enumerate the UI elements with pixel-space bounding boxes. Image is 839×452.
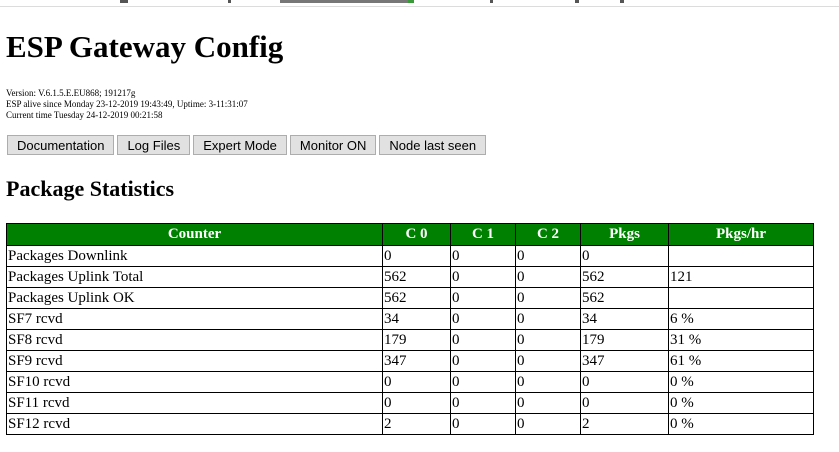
counter-value-cell: 0 [580,371,669,393]
browser-top-strip [0,0,839,7]
column-header: C 2 [515,223,581,246]
counter-value-cell: 0 [450,371,516,393]
counter-value-cell: 2 [580,413,669,435]
documentation-button[interactable]: Documentation [7,135,115,155]
counter-value-cell: 0 [515,350,581,372]
counter-value-cell: 0 [515,329,581,351]
counter-name-cell: Packages Downlink [6,245,383,267]
counter-value-cell: 562 [382,287,451,309]
cropped-toolbar-fragment [280,0,410,3]
table-row: Packages Uplink OK 562 0 0 562 [6,287,814,309]
counter-name-cell: SF8 rcvd [6,329,383,351]
counter-name-cell: Packages Uplink OK [6,287,383,309]
cropped-toolbar-fragment [228,0,231,3]
page-title: ESP Gateway Config [6,29,284,64]
counter-value-cell: 34 [580,308,669,330]
expert-mode-button[interactable]: Expert Mode [193,135,287,155]
counter-name-cell: SF7 rcvd [6,308,383,330]
column-header: C 0 [382,223,451,246]
current-time-text: Current time Tuesday 24-12-2019 00:21:58 [6,110,163,120]
counter-value-cell: 0 [515,371,581,393]
counter-value-cell: 0 [450,287,516,309]
table-row: SF7 rcvd 34 0 0 34 6 % [6,308,814,330]
column-header: C 1 [450,223,516,246]
counter-value-cell: 0 [580,392,669,414]
counter-value-cell: 0 [450,266,516,288]
counter-value-cell: 0 % [668,392,814,414]
counter-value-cell: 61 % [668,350,814,372]
nav-buttons: Documentation Log Files Expert Mode Moni… [7,135,487,155]
counter-value-cell: 121 [668,266,814,288]
counter-value-cell: 0 [450,308,516,330]
counter-value-cell: 562 [580,287,669,309]
cropped-toolbar-fragment [620,0,624,3]
counter-value-cell [668,245,814,267]
counter-value-cell: 562 [580,266,669,288]
cropped-toolbar-fragment [490,0,493,3]
counter-value-cell: 31 % [668,329,814,351]
alive-text: ESP alive since Monday 23-12-2019 19:43:… [6,99,248,109]
cropped-toolbar-fragment [120,0,128,3]
counter-name-cell: SF12 rcvd [6,413,383,435]
version-text: Version: V.6.1.5.E.EU868; 191217g [6,88,136,98]
counter-value-cell: 0 [382,371,451,393]
table-row: SF10 rcvd 0 0 0 0 0 % [6,371,814,393]
counter-value-cell: 0 [515,413,581,435]
counter-value-cell: 2 [382,413,451,435]
counter-value-cell: 0 [515,308,581,330]
table-header-row: Counter C 0 C 1 C 2 Pkgs Pkgs/hr [6,223,814,246]
counter-value-cell: 179 [580,329,669,351]
counter-value-cell: 6 % [668,308,814,330]
column-header: Pkgs [580,223,669,246]
log-files-button[interactable]: Log Files [117,135,191,155]
counter-value-cell: 0 [382,392,451,414]
counter-value-cell: 0 % [668,413,814,435]
table-row: Packages Downlink 0 0 0 0 [6,245,814,267]
counter-value-cell [668,287,814,309]
counter-value-cell: 34 [382,308,451,330]
section-title: Package Statistics [6,176,175,201]
counter-name-cell: SF9 rcvd [6,350,383,372]
counter-value-cell: 0 [515,287,581,309]
table-row: SF9 rcvd 347 0 0 347 61 % [6,350,814,372]
counter-name-cell: Packages Uplink Total [6,266,383,288]
counter-value-cell: 0 [515,266,581,288]
column-header: Pkgs/hr [668,223,814,246]
counter-value-cell: 0 [450,350,516,372]
cropped-toolbar-fragment [575,0,579,3]
column-header: Counter [6,223,383,246]
counter-value-cell: 0 [450,392,516,414]
node-last-seen-button[interactable]: Node last seen [379,135,487,155]
counter-value-cell: 179 [382,329,451,351]
counter-name-cell: SF10 rcvd [6,371,383,393]
package-statistics-table: Counter C 0 C 1 C 2 Pkgs Pkgs/hr Package… [6,223,814,435]
counter-value-cell: 0 [450,329,516,351]
counter-value-cell: 0 [450,413,516,435]
monitor-button[interactable]: Monitor ON [289,135,377,155]
counter-value-cell: 562 [382,266,451,288]
gateway-info: Version: V.6.1.5.E.EU868; 191217g ESP al… [6,88,248,121]
table-row: Packages Uplink Total 562 0 0 562 121 [6,266,814,288]
counter-value-cell: 0 [450,245,516,267]
table-row: SF8 rcvd 179 0 0 179 31 % [6,329,814,351]
cropped-toolbar-fragment [408,0,414,3]
counter-value-cell: 347 [580,350,669,372]
table-row: SF12 rcvd 2 0 0 2 0 % [6,413,814,435]
counter-value-cell: 0 [580,245,669,267]
counter-name-cell: SF11 rcvd [6,392,383,414]
counter-value-cell: 0 [515,392,581,414]
counter-value-cell: 0 % [668,371,814,393]
table-row: SF11 rcvd 0 0 0 0 0 % [6,392,814,414]
counter-value-cell: 0 [515,245,581,267]
counter-value-cell: 347 [382,350,451,372]
counter-value-cell: 0 [382,245,451,267]
